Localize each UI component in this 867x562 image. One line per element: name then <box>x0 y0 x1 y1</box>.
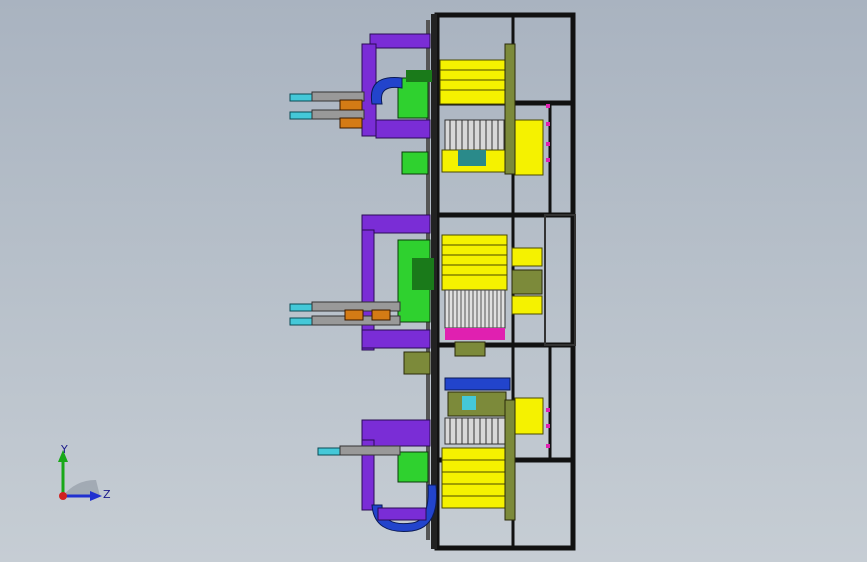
y-axis-label: Y <box>61 443 68 456</box>
cad-graphics-viewport[interactable]: Y Z <box>0 0 867 562</box>
z-axis-label: Z <box>103 488 111 501</box>
orientation-triad[interactable]: Y Z <box>48 438 128 518</box>
assembly-model[interactable] <box>0 0 867 562</box>
top-module <box>289 33 550 176</box>
